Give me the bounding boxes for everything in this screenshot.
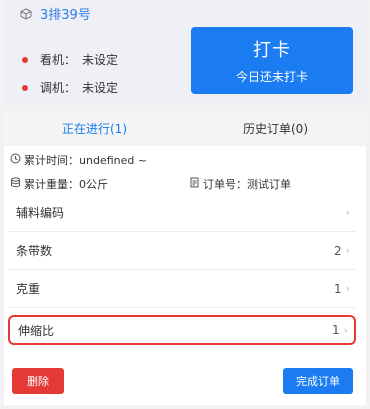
weight-label: 累计重量： [24,178,79,191]
field-label: 辅料编码 [16,206,65,220]
database-icon [10,177,24,191]
machine-card: 3排39号 看机 ： 未设定 调机 ： 未设定 打卡 今日还未打卡 [4,0,366,104]
field-label: 伸缩比 [18,323,55,338]
checkin-button[interactable]: 打卡 今日还未打卡 [191,27,353,94]
checkin-sub-label: 今日还未打卡 [235,70,308,84]
order-no-label: 订单号： [203,178,247,191]
field-label: 条带数 [16,244,53,258]
delete-button[interactable]: 删除 [12,368,64,394]
document-icon [189,177,203,191]
status-value: 未设定 [82,81,119,95]
cumulative-time: 累计时间： undefined ~ [10,152,147,168]
time-label: 累计时间： [24,154,79,167]
field-row-gram-weight[interactable]: 克重 1 › [8,270,356,308]
field-row-strip-count[interactable]: 条带数 2 › [8,232,356,270]
chevron-right-icon: › [343,323,348,337]
chevron-right-icon: › [345,206,350,219]
status-value: 未设定 [82,53,119,67]
status-label: 调机 [40,81,65,95]
checkin-main-label: 打卡 [253,40,291,61]
status-label: 看机 [40,53,65,67]
status-watch: 看机 ： 未设定 [22,51,118,68]
chevron-right-icon: › [345,282,350,295]
field-value: 1 [333,281,342,296]
chevron-right-icon: › [345,244,350,257]
order-tabs: 正在进行(1) 历史订单(0) [4,110,366,146]
field-value: 1 [331,323,340,337]
time-value: undefined ~ [79,153,148,167]
machine-title-text: 3排39号 [40,8,91,23]
field-label: 克重 [16,282,41,296]
field-row-stretch-ratio[interactable]: 伸缩比 1 › [8,315,356,345]
field-value: 2 [333,243,342,258]
order-panel: 正在进行(1) 历史订单(0) 累计时间： undefined ~ 累计重量： … [4,110,366,405]
order-number: 订单号： 测试订单 [189,176,291,192]
status-dot [22,84,28,91]
tab-history[interactable]: 历史订单(0) [185,110,366,146]
status-dot [22,56,28,63]
cube-icon [20,7,32,20]
clock-icon [10,153,24,167]
finish-order-button[interactable]: 完成订单 [283,368,353,394]
cumulative-weight: 累计重量： 0公斤 [10,176,108,192]
weight-value: 0公斤 [79,178,108,191]
field-row-material-code[interactable]: 辅料编码 › [8,194,356,232]
order-no-value: 测试订单 [247,178,291,191]
status-adjust: 调机 ： 未设定 [22,79,118,96]
machine-title: 3排39号 [20,4,91,23]
tab-in-progress[interactable]: 正在进行(1) [4,110,185,146]
